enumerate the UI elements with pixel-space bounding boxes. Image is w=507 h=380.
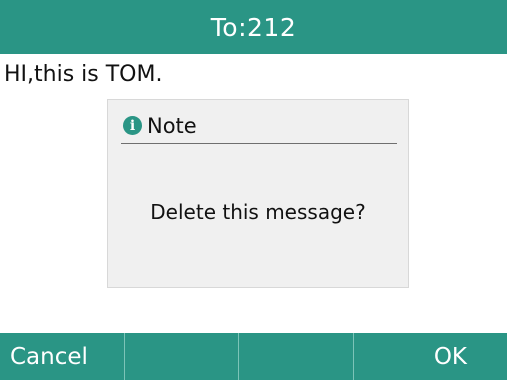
phone-screen: To:212 HI,this is TOM. i Note Delete thi…	[0, 0, 507, 380]
dialog-header: i Note	[121, 112, 397, 144]
confirm-dialog: i Note Delete this message?	[107, 99, 409, 288]
softkey-2[interactable]	[125, 333, 239, 380]
message-text: HI,this is TOM.	[4, 62, 163, 87]
recipient-title: To:212	[210, 12, 297, 42]
ok-softkey[interactable]: OK	[354, 333, 507, 380]
info-icon: i	[123, 116, 142, 135]
cancel-softkey[interactable]: Cancel	[0, 333, 125, 380]
dialog-title: Note	[147, 113, 197, 138]
dialog-message: Delete this message?	[150, 200, 366, 224]
softkey-3[interactable]	[239, 333, 354, 380]
softkey-bar: Cancel OK	[0, 333, 507, 380]
title-bar: To:212	[0, 0, 507, 54]
